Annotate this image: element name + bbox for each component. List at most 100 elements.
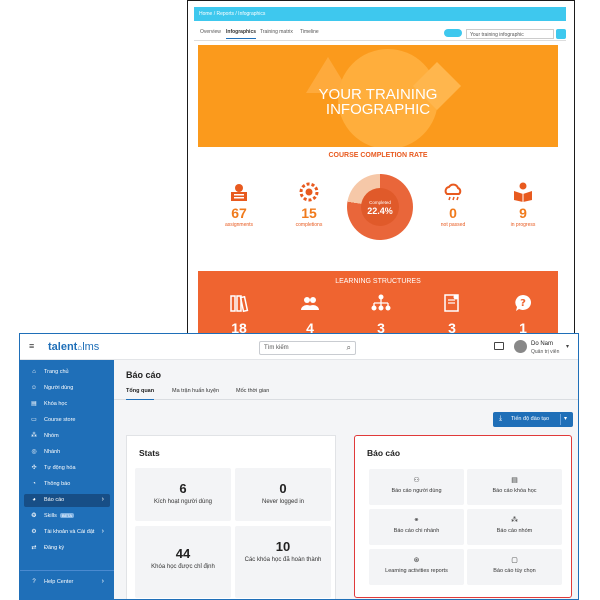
tab-training-matrix[interactable]: Ma trận huấn luyện — [172, 388, 219, 394]
sidebar-item-groups[interactable]: ⁂ Nhóm — [24, 430, 110, 443]
structure-item: 3 — [432, 293, 472, 336]
hero-title-line2: INFOGRAPHIC — [325, 101, 431, 118]
infographic-window: Home / Reports / Infographics Overview I… — [187, 0, 575, 340]
hero-title-line1: YOUR TRAINING — [318, 86, 438, 103]
payment-card-icon[interactable] — [494, 342, 504, 350]
chevron-down-icon[interactable]: ▾ — [566, 343, 569, 350]
breadcrumb[interactable]: Home / Reports / Infographics — [194, 7, 566, 21]
stat-value: 0 — [449, 205, 457, 221]
report-tile-groups[interactable]: ⁂ Báo cáo nhóm — [467, 509, 562, 545]
sidebar-item-courses[interactable]: ▤ Khóa học — [24, 398, 110, 411]
sidebar-item-account-settings[interactable]: ⚙ Tài khoản và Cài đặt › — [24, 526, 110, 539]
stat-in-progress: 9 in progress — [493, 181, 553, 228]
completion-donut: Completed 22.4% — [347, 174, 413, 240]
book-icon: ▤ — [31, 401, 37, 407]
tab-overview[interactable]: Overview — [200, 29, 221, 35]
report-tile-users[interactable]: ⚇ Báo cáo người dùng — [369, 469, 464, 505]
user-role: Quản trị viên — [531, 349, 560, 355]
training-progress-button[interactable]: ⤓ Tiến độ đào tạo ▾ — [493, 412, 573, 427]
download-icon: ⤓ — [499, 415, 503, 422]
sidebar-item-branches[interactable]: ◎ Nhánh — [24, 446, 110, 459]
sidebar-item-notifications[interactable]: ◔ Thông báo — [24, 478, 110, 491]
chevron-down-icon[interactable]: ▾ — [564, 415, 567, 422]
report-tile-courses[interactable]: ▤ Báo cáo khóa học — [467, 469, 562, 505]
reports-icon: ◕ — [32, 497, 36, 503]
structure-item: ? 1 — [503, 293, 543, 336]
reports-panel: Báo cáo ⚇ Báo cáo người dùng ▤ Báo cáo k… — [354, 435, 572, 598]
lms-window: ≡ talent⌂lms Tìm kiếm ⌕ Do Nam Quản trị … — [19, 333, 579, 600]
avatar[interactable] — [514, 340, 527, 353]
store-icon: ▭ — [31, 417, 37, 423]
stat-value: 67 — [231, 205, 247, 221]
sidebar-item-course-store[interactable]: ▭ Course store — [24, 414, 110, 427]
settings-icon: ⚙ — [31, 529, 37, 535]
tab-training-matrix[interactable]: Training matrix — [260, 29, 293, 35]
question-icon: ? — [515, 295, 531, 311]
home-icon: ⌂ — [32, 369, 36, 375]
structure-item: 18 — [219, 293, 259, 336]
report-tabs: Tổng quan Ma trận huấn luyện Mốc thời gi… — [114, 382, 578, 400]
logo[interactable]: talent⌂lms — [48, 341, 99, 353]
stage: Home / Reports / Infographics Overview I… — [0, 0, 600, 600]
search-input[interactable]: Tìm kiếm ⌕ — [259, 341, 356, 355]
stat-assignments: 67 assignments — [209, 181, 269, 228]
stat-value: 44 — [175, 546, 191, 561]
sidebar-item-subscription[interactable]: ⇄ Đăng ký — [24, 542, 110, 555]
assignments-icon — [231, 184, 247, 201]
sidebar-item-automation[interactable]: ✣ Tự động hóa — [24, 462, 110, 475]
skills-icon: ❂ — [31, 513, 37, 519]
main-content: Báo cáo Tổng quan Ma trận huấn luyện Mốc… — [114, 360, 578, 599]
tab-timeline[interactable]: Timeline — [300, 29, 319, 35]
stat-tile-never-logged-in: 0 Never logged in — [235, 468, 331, 521]
user-name[interactable]: Do Nam — [531, 341, 553, 347]
reader-icon — [514, 182, 532, 202]
sidebar-item-help-center[interactable]: ? Help Center › — [24, 576, 110, 589]
bell-icon: ◔ — [32, 481, 36, 487]
group-report-icon: ⁂ — [511, 517, 518, 524]
custom-report-icon: ▢ — [511, 557, 518, 564]
stat-value: 6 — [179, 481, 187, 496]
tab-timeline[interactable]: Mốc thời gian — [236, 388, 269, 394]
cloud-icon — [444, 183, 462, 201]
gear-icon — [299, 182, 319, 202]
course-report-icon: ▤ — [511, 477, 518, 484]
stat-tile-completed-courses: 10 Các khóa học đã hoàn thành — [235, 526, 331, 598]
user-report-icon: ⚇ — [413, 477, 420, 484]
subscription-icon: ⇄ — [31, 545, 37, 551]
sidebar: ⌂ Trang chủ ☺ Người dùng ▤ Khóa học ▭ Course… — [20, 360, 114, 599]
stat-label: in progress — [510, 222, 536, 228]
branches-icon: ◎ — [31, 449, 37, 455]
select-go-button[interactable] — [556, 29, 566, 39]
infographic-select[interactable]: Your training infographic — [466, 29, 554, 39]
svg-text:?: ? — [520, 298, 526, 309]
stat-value: 10 — [275, 539, 291, 554]
stat-not-passed: 0 not passed — [423, 181, 483, 228]
sidebar-item-home[interactable]: ⌂ Trang chủ — [24, 366, 110, 379]
completion-heading: COURSE COMPLETION RATE — [328, 152, 428, 159]
sidebar-item-users[interactable]: ☺ Người dùng — [24, 382, 110, 395]
tab-infographics[interactable]: Infographics — [226, 29, 257, 39]
books-icon — [230, 295, 249, 313]
structures-heading: LEARNING STRUCTURES — [335, 278, 421, 285]
report-tile-learning-activities[interactable]: ⊛ Learning activities reports — [369, 549, 464, 585]
hierarchy-icon — [371, 294, 391, 311]
stat-label: assignments — [224, 222, 254, 228]
training-progress-label: Tiến độ đào tạo — [511, 416, 550, 422]
report-tile-custom[interactable]: ▢ Báo cáo tùy chọn — [467, 549, 562, 585]
chevron-right-icon: › — [101, 496, 104, 503]
sidebar-divider — [20, 570, 114, 571]
view-toggle[interactable] — [444, 29, 462, 37]
report-tile-branches[interactable]: ⚭ Báo cáo chi nhánh — [369, 509, 464, 545]
menu-icon[interactable]: ≡ — [29, 342, 38, 351]
search-placeholder: Tìm kiếm — [264, 345, 289, 351]
help-icon: ? — [32, 579, 36, 585]
infographic-tabs: Overview Infographics Training matrix Ti… — [194, 25, 566, 41]
sidebar-item-skills[interactable]: ❂ Skills BETA — [24, 510, 110, 523]
stat-label: completions — [295, 222, 323, 228]
stat-tile-assigned-courses: 44 Khóa học được chỉ định — [135, 526, 231, 598]
sidebar-item-reports[interactable]: ◕ Báo cáo › — [24, 494, 110, 507]
tab-overview[interactable]: Tổng quan — [126, 388, 155, 400]
branch-report-icon: ⚭ — [413, 517, 420, 524]
search-icon[interactable]: ⌕ — [347, 344, 351, 352]
reports-title: Báo cáo — [367, 448, 401, 458]
